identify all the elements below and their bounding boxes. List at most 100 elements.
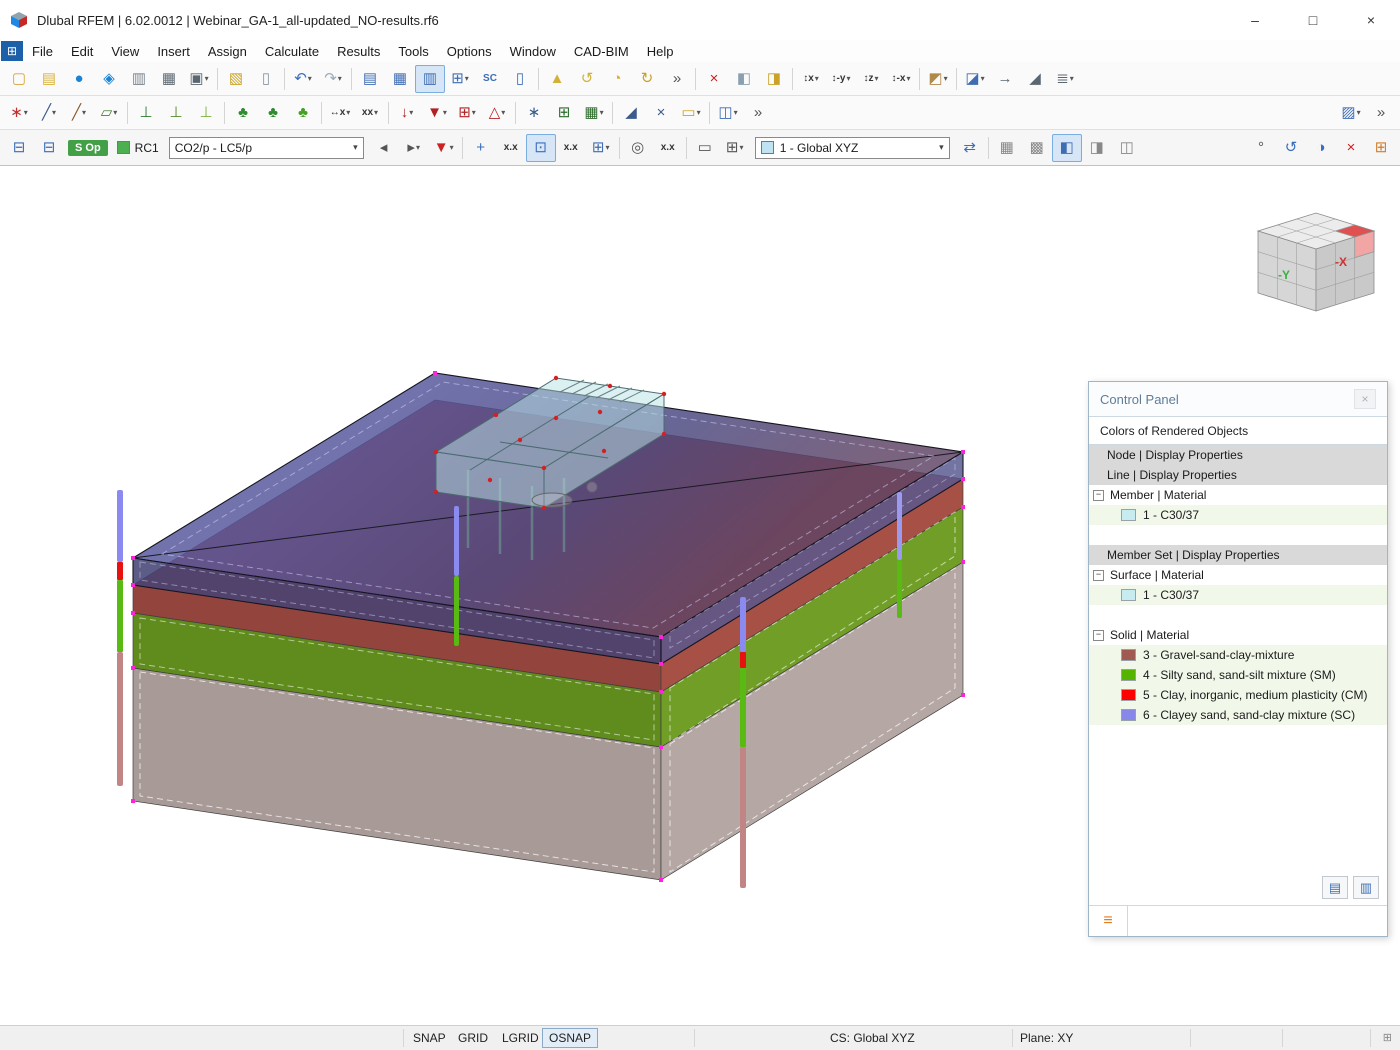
panel-menu-icon[interactable]: ≡ bbox=[1089, 906, 1128, 936]
add-to-report-icon[interactable]: ▧ bbox=[221, 65, 251, 93]
delete-view-icon[interactable]: × bbox=[1336, 134, 1366, 162]
close-button[interactable]: × bbox=[1342, 0, 1400, 40]
collapse-icon[interactable]: − bbox=[1093, 570, 1104, 581]
minimize-button[interactable]: – bbox=[1226, 0, 1284, 40]
dimension-xx-icon[interactable]: xx▾ bbox=[355, 99, 385, 127]
grid-indicator-icon[interactable]: ⊞ bbox=[1383, 1031, 1392, 1044]
cp-item-row[interactable]: 6 - Clayey sand, sand-clay mixture (SC) bbox=[1089, 705, 1387, 725]
cs-manager-icon[interactable]: ⇄ bbox=[955, 134, 985, 162]
render-wireframe-icon[interactable]: ▦ bbox=[992, 134, 1022, 162]
table-layout-4-icon[interactable]: ⊞▾ bbox=[445, 65, 475, 93]
calculate-check-icon[interactable]: ▲ bbox=[542, 65, 572, 93]
cp-item-row[interactable]: 4 - Silty sand, sand-silt mixture (SM) bbox=[1089, 665, 1387, 685]
clipping-plane-icon[interactable]: ◢ bbox=[1020, 65, 1050, 93]
next-load-case-icon[interactable]: ▸▾ bbox=[399, 134, 429, 162]
viewport-settings-icon[interactable]: ⊞ bbox=[1366, 134, 1396, 162]
filter-loads-icon[interactable]: ▼▾ bbox=[429, 134, 459, 162]
menu-help[interactable]: Help bbox=[638, 40, 683, 62]
bim-exchange-icon[interactable]: ◈ bbox=[94, 65, 124, 93]
menu-view[interactable]: View bbox=[102, 40, 148, 62]
cp-item-row[interactable]: 1 - C30/37 bbox=[1089, 505, 1387, 525]
move-grid-icon[interactable]: ▭ bbox=[690, 134, 720, 162]
mesh-settings-icon[interactable]: ▦▾ bbox=[579, 99, 609, 127]
dimension-x-icon[interactable]: ↔x▾ bbox=[325, 99, 355, 127]
report-icon[interactable]: ▯ bbox=[251, 65, 281, 93]
plane-coords-icon[interactable]: x.x bbox=[556, 134, 586, 162]
coordinate-system-combo[interactable]: 1 - Global XYZ▾ bbox=[755, 137, 950, 159]
angle-icon[interactable]: ° bbox=[1246, 134, 1276, 162]
move-neg-x-icon[interactable]: ↕-x▾ bbox=[886, 65, 916, 93]
rotate-view-icon[interactable]: ↺ bbox=[1276, 134, 1306, 162]
member-load-icon[interactable]: ▼▾ bbox=[422, 99, 452, 127]
dlubal-center-icon[interactable]: ● bbox=[64, 65, 94, 93]
visibility-user-icon[interactable]: ◫▾ bbox=[713, 99, 743, 127]
table-layout-3-icon[interactable]: ▥ bbox=[415, 65, 445, 93]
control-panel-titlebar[interactable]: Control Panel × bbox=[1089, 382, 1387, 416]
cp-item-row[interactable]: 5 - Clay, inorganic, medium plasticity (… bbox=[1089, 685, 1387, 705]
render-hatch-icon[interactable]: ▩ bbox=[1022, 134, 1052, 162]
cp-group-row[interactable]: −Solid | Material bbox=[1089, 625, 1387, 645]
cp-group-row[interactable]: −Member | Material bbox=[1089, 485, 1387, 505]
printout-preview-icon[interactable]: ▥ bbox=[124, 65, 154, 93]
navigator-toggle-icon[interactable]: ⊟ bbox=[4, 134, 34, 162]
new-model-icon[interactable]: ▢ bbox=[4, 65, 34, 93]
cube-label-neg-y[interactable]: -Y bbox=[1278, 268, 1290, 282]
nodal-load-icon[interactable]: ↓▾ bbox=[392, 99, 422, 127]
menu-file[interactable]: File bbox=[23, 40, 62, 62]
menu-calculate[interactable]: Calculate bbox=[256, 40, 328, 62]
legend-icon[interactable]: ▤ bbox=[1322, 876, 1348, 899]
background-fill-icon[interactable]: ▨▾ bbox=[1336, 99, 1366, 127]
clipping-arrow-icon[interactable]: → bbox=[990, 65, 1020, 93]
tables-toggle-icon[interactable]: ⊟ bbox=[34, 134, 64, 162]
calculate-partial-icon[interactable]: ◔ bbox=[602, 65, 632, 93]
new-node-icon[interactable]: ∗▾ bbox=[4, 99, 34, 127]
draw-overflow-icon[interactable]: » bbox=[743, 99, 773, 127]
snap-toggle-snap[interactable]: SNAP bbox=[407, 1028, 452, 1048]
cp-item-row[interactable]: 1 - C30/37 bbox=[1089, 585, 1387, 605]
calculate-selected-icon[interactable]: ↻ bbox=[632, 65, 662, 93]
snap-toggle-lgrid[interactable]: LGRID bbox=[496, 1028, 545, 1048]
cube-label-neg-x[interactable]: -X bbox=[1335, 255, 1347, 269]
visibility-objects-icon[interactable]: ◪▾ bbox=[960, 65, 990, 93]
panel-filter-field[interactable] bbox=[1128, 906, 1387, 936]
coordinates-xyz-icon[interactable]: x.x bbox=[496, 134, 526, 162]
render-mode-icon[interactable]: ◨ bbox=[759, 65, 789, 93]
borehole-icon[interactable]: ♣ bbox=[258, 99, 288, 127]
free-load-icon[interactable]: △▾ bbox=[482, 99, 512, 127]
soil-sample-icon[interactable]: ♣ bbox=[288, 99, 318, 127]
menu-insert[interactable]: Insert bbox=[148, 40, 199, 62]
cp-item-row[interactable]: 3 - Gravel-sand-clay-mixture bbox=[1089, 645, 1387, 665]
new-surface-icon[interactable]: ▱▾ bbox=[94, 99, 124, 127]
view-overflow-icon[interactable]: » bbox=[1366, 99, 1396, 127]
menu-window[interactable]: Window bbox=[501, 40, 565, 62]
render-shaded-icon[interactable]: ◧ bbox=[1052, 134, 1082, 162]
table-layout-1-icon[interactable]: ▤ bbox=[355, 65, 385, 93]
new-line-icon[interactable]: ╱▾ bbox=[34, 99, 64, 127]
navigation-cube[interactable]: -Y -X bbox=[1258, 213, 1374, 311]
maximize-button[interactable]: □ bbox=[1284, 0, 1342, 40]
move-z-icon[interactable]: ↕z▾ bbox=[856, 65, 886, 93]
mesh-node-icon[interactable]: ∗ bbox=[519, 99, 549, 127]
borehole-1[interactable] bbox=[117, 490, 123, 786]
model-cube-icon[interactable]: ◧ bbox=[729, 65, 759, 93]
panel-copy-icon[interactable]: ▥ bbox=[1353, 876, 1379, 899]
pick-coordinates-icon[interactable]: ◎ bbox=[623, 134, 653, 162]
move-x-icon[interactable]: ↕x▾ bbox=[796, 65, 826, 93]
table-sc-icon[interactable]: SC bbox=[475, 65, 505, 93]
line-support-icon[interactable]: ⊥ bbox=[161, 99, 191, 127]
menu-results[interactable]: Results bbox=[328, 40, 389, 62]
menu-assign[interactable]: Assign bbox=[199, 40, 256, 62]
mesh-refinement-icon[interactable]: ⊞ bbox=[549, 99, 579, 127]
table-report-icon[interactable]: ▯ bbox=[505, 65, 535, 93]
undo-icon[interactable]: ↶▾ bbox=[288, 65, 318, 93]
control-panel-close-icon[interactable]: × bbox=[1354, 389, 1376, 409]
snap-settings-icon[interactable]: ⊞▾ bbox=[720, 134, 750, 162]
guide-object-icon[interactable]: × bbox=[646, 99, 676, 127]
note-icon[interactable]: ▭▾ bbox=[676, 99, 706, 127]
menu-tools[interactable]: Tools bbox=[389, 40, 437, 62]
menu-options[interactable]: Options bbox=[438, 40, 501, 62]
collapse-icon[interactable]: − bbox=[1093, 630, 1104, 641]
move-neg-y-icon[interactable]: ↕-y▾ bbox=[826, 65, 856, 93]
redo-icon[interactable]: ↷▾ bbox=[318, 65, 348, 93]
surface-load-icon[interactable]: ⊞▾ bbox=[452, 99, 482, 127]
